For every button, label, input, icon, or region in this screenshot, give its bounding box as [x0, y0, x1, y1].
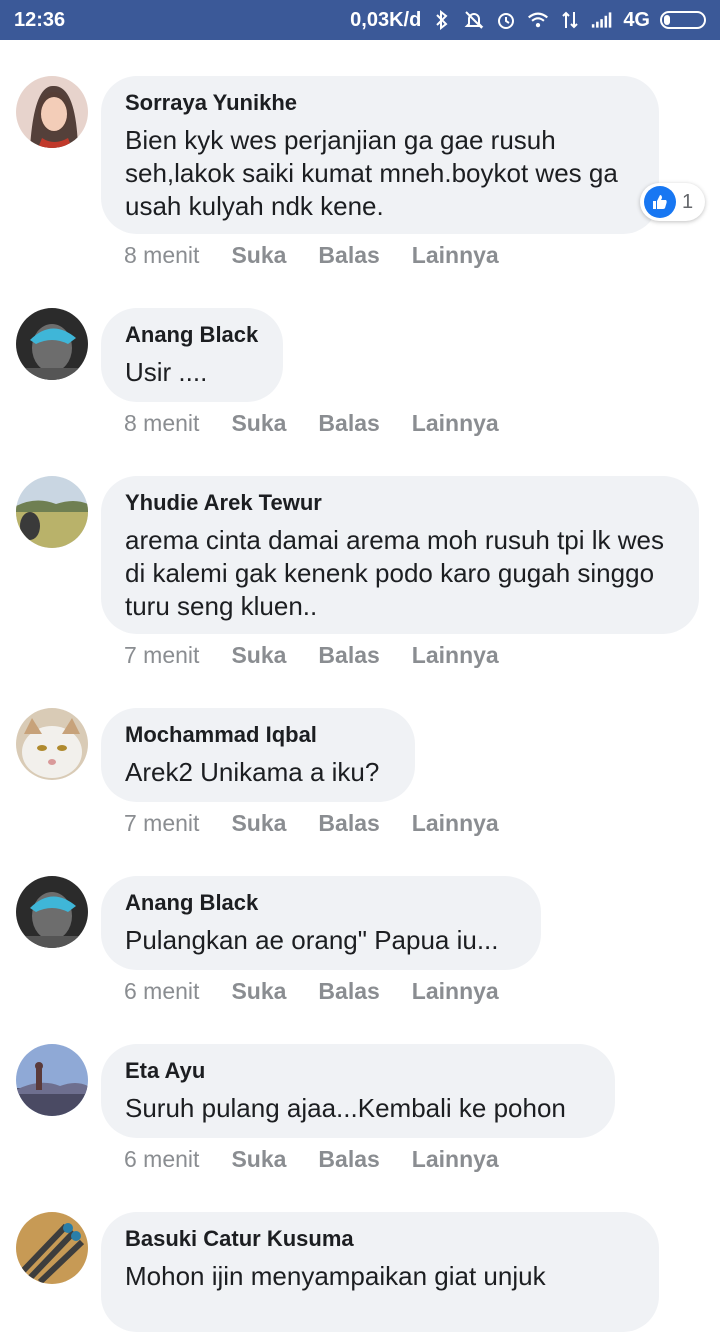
- comment-author[interactable]: Sorraya Yunikhe: [125, 90, 635, 116]
- comment-author[interactable]: Mochammad Iqbal: [125, 722, 391, 748]
- comment-time[interactable]: 6 menit: [124, 1146, 199, 1173]
- comment-text: Bien kyk wes perjanjian ga gae rusuh seh…: [125, 125, 618, 221]
- avatar[interactable]: [16, 308, 88, 380]
- comment-author[interactable]: Yhudie Arek Tewur: [125, 490, 675, 516]
- comment-bubble[interactable]: Basuki Catur Kusuma Mohon ijin menyampai…: [101, 1212, 659, 1332]
- thumbs-up-icon: [644, 186, 676, 218]
- comment-bubble[interactable]: Anang Black Pulangkan ae orang" Papua iu…: [101, 876, 541, 970]
- bluetooth-icon: [431, 9, 453, 31]
- like-button[interactable]: Suka: [231, 642, 286, 669]
- reply-button[interactable]: Balas: [318, 810, 379, 837]
- comment-time[interactable]: 8 menit: [124, 242, 199, 269]
- reaction-badge[interactable]: 1: [640, 183, 706, 221]
- reply-button[interactable]: Balas: [318, 242, 379, 269]
- comment-bubble[interactable]: Anang Black Usir ....: [101, 308, 283, 402]
- avatar[interactable]: [16, 1044, 88, 1116]
- comment-text: Suruh pulang ajaa...Kembali ke pohon: [125, 1093, 566, 1123]
- like-button[interactable]: Suka: [231, 1146, 286, 1173]
- wifi-icon: [527, 9, 549, 31]
- comment-author[interactable]: Basuki Catur Kusuma: [125, 1226, 635, 1252]
- comment-text: Arek2 Unikama a iku?: [125, 757, 380, 787]
- comment-bubble[interactable]: Mochammad Iqbal Arek2 Unikama a iku?: [101, 708, 415, 802]
- data-transfer-icon: [559, 9, 581, 31]
- network-speed: 0,03K/d: [350, 8, 422, 31]
- avatar[interactable]: [16, 708, 88, 780]
- alarm-icon: [495, 9, 517, 31]
- comment-actions: 7 menit Suka Balas Lainnya: [124, 810, 499, 837]
- comment-bubble[interactable]: Sorraya Yunikhe Bien kyk wes perjanjian …: [101, 76, 659, 234]
- comment-author[interactable]: Anang Black: [125, 322, 259, 348]
- comment-text: Usir ....: [125, 357, 208, 387]
- comment-actions: 6 menit Suka Balas Lainnya: [124, 1146, 499, 1173]
- like-button[interactable]: Suka: [231, 978, 286, 1005]
- avatar[interactable]: [16, 876, 88, 948]
- mute-icon: [463, 9, 485, 31]
- reply-button[interactable]: Balas: [318, 1146, 379, 1173]
- avatar[interactable]: [16, 476, 88, 548]
- comment-text: Pulangkan ae orang" Papua iu...: [125, 925, 499, 955]
- avatar[interactable]: [16, 76, 88, 148]
- reply-button[interactable]: Balas: [318, 978, 379, 1005]
- comment-time[interactable]: 8 menit: [124, 410, 199, 437]
- reaction-count: 1: [682, 190, 694, 213]
- comment-bubble[interactable]: Yhudie Arek Tewur arema cinta damai arem…: [101, 476, 699, 634]
- comment-author[interactable]: Anang Black: [125, 890, 517, 916]
- comment-text: arema cinta damai arema moh rusuh tpi lk…: [125, 525, 665, 621]
- avatar[interactable]: [16, 1212, 88, 1284]
- status-bar: 12:36 0,03K/d 4G: [0, 0, 720, 40]
- comment-actions: 8 menit Suka Balas Lainnya: [124, 410, 499, 437]
- more-button[interactable]: Lainnya: [412, 242, 499, 269]
- battery-icon: [660, 11, 706, 29]
- more-button[interactable]: Lainnya: [412, 810, 499, 837]
- signal-icon: [591, 9, 613, 31]
- like-button[interactable]: Suka: [231, 410, 286, 437]
- status-time: 12:36: [14, 8, 66, 31]
- comment-time[interactable]: 7 menit: [124, 810, 199, 837]
- comment-time[interactable]: 7 menit: [124, 642, 199, 669]
- comment-actions: 8 menit Suka Balas Lainnya: [124, 242, 499, 269]
- more-button[interactable]: Lainnya: [412, 1146, 499, 1173]
- comment-actions: 7 menit Suka Balas Lainnya: [124, 642, 499, 669]
- more-button[interactable]: Lainnya: [412, 978, 499, 1005]
- more-button[interactable]: Lainnya: [412, 410, 499, 437]
- more-button[interactable]: Lainnya: [412, 642, 499, 669]
- like-button[interactable]: Suka: [231, 810, 286, 837]
- comment-bubble[interactable]: Eta Ayu Suruh pulang ajaa...Kembali ke p…: [101, 1044, 615, 1138]
- reply-button[interactable]: Balas: [318, 642, 379, 669]
- comment-author[interactable]: Eta Ayu: [125, 1058, 591, 1084]
- network-type: 4G: [623, 8, 650, 31]
- comment-actions: 6 menit Suka Balas Lainnya: [124, 978, 499, 1005]
- comment-text: Mohon ijin menyampaikan giat unjuk: [125, 1261, 546, 1291]
- like-button[interactable]: Suka: [231, 242, 286, 269]
- comment-time[interactable]: 6 menit: [124, 978, 199, 1005]
- reply-button[interactable]: Balas: [318, 410, 379, 437]
